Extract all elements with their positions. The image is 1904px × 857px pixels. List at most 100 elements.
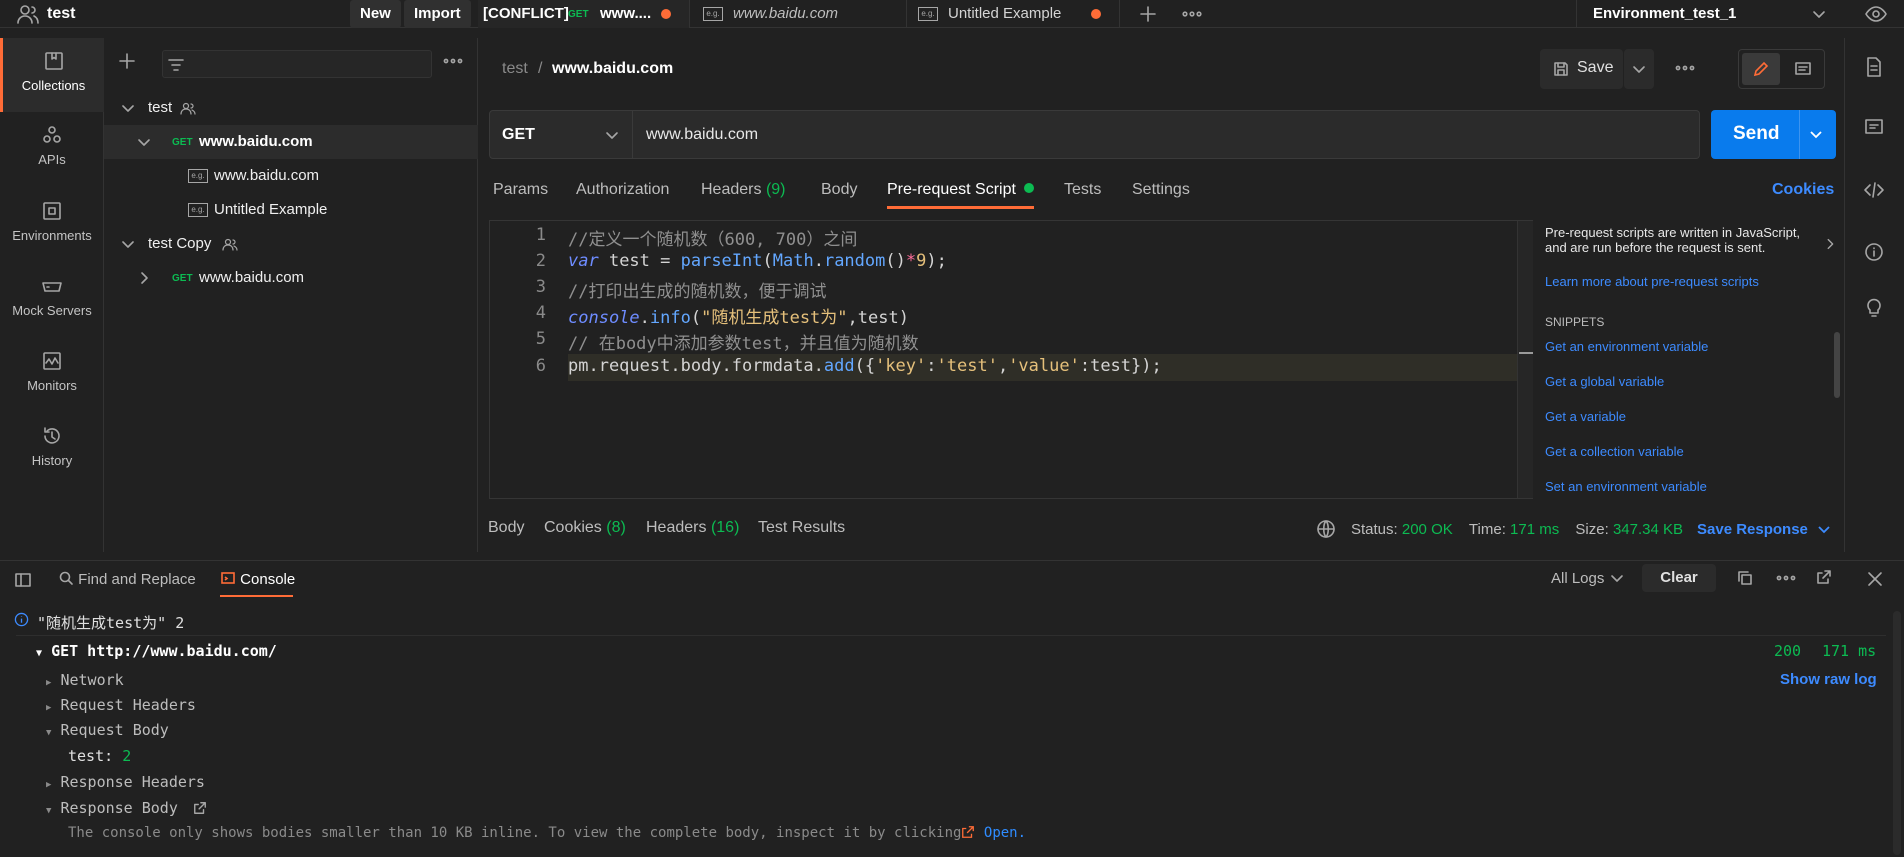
tab-example-baidu[interactable]: e.g. www.baidu.com [691, 0, 907, 28]
response-tab-body[interactable]: Body [488, 519, 524, 537]
save-response-button[interactable]: Save Response [1697, 521, 1832, 538]
console-more-icon[interactable] [1775, 570, 1797, 586]
environment-selector[interactable]: Environment_test_1 [1576, 0, 1836, 28]
more-tabs-icon[interactable] [1180, 4, 1204, 24]
tab-authorization[interactable]: Authorization [576, 181, 669, 199]
nav-environments[interactable]: Environments [0, 188, 104, 262]
comments-icon[interactable] [1864, 118, 1884, 138]
console-scrollbar[interactable] [1893, 611, 1901, 855]
url-input[interactable]: www.baidu.com [633, 110, 1700, 159]
console-tab[interactable]: Console [220, 570, 295, 588]
status-value[interactable]: 200 OK [1402, 521, 1453, 538]
request-headers-section[interactable]: ▶ Request Headers [46, 696, 196, 714]
line-number: 3 [535, 277, 546, 297]
open-link[interactable]: Open. [984, 825, 1026, 841]
request-more-icon[interactable] [1674, 60, 1696, 76]
network-section[interactable]: ▶ Network [46, 671, 124, 689]
tab-params[interactable]: Params [493, 181, 548, 199]
editor-scrollbar[interactable] [1517, 221, 1533, 498]
chevron-down-icon[interactable] [1808, 126, 1824, 142]
toggle-sidebar-icon[interactable] [14, 571, 32, 589]
example-untitled[interactable]: e.g. Untitled Example [104, 193, 478, 227]
external-link-icon[interactable] [193, 801, 207, 815]
edit-mode-button[interactable] [1742, 53, 1780, 85]
nav-collections[interactable]: Collections [0, 38, 104, 112]
save-response-label: Save Response [1697, 521, 1808, 538]
documentation-icon[interactable] [1864, 56, 1884, 78]
size-value[interactable]: 347.34 KB [1613, 521, 1683, 538]
code-icon[interactable] [1863, 180, 1885, 200]
send-button[interactable]: Send [1711, 110, 1836, 159]
nav-label: APIs [38, 152, 66, 167]
response-tab-cookies[interactable]: Cookies (8) [544, 519, 626, 537]
response-body-section[interactable]: ▼ Response Body [46, 799, 207, 817]
log-level-select[interactable]: All Logs [1551, 570, 1625, 587]
breadcrumb-parent[interactable]: test [502, 60, 528, 78]
filter-input[interactable] [162, 50, 432, 78]
snippet-get-global-var[interactable]: Get a global variable [1545, 374, 1664, 389]
page-title[interactable]: www.baidu.com [552, 60, 673, 78]
response-tab-headers[interactable]: Headers (16) [646, 519, 739, 537]
nav-apis[interactable]: APIs [0, 112, 104, 186]
lightbulb-icon[interactable] [1864, 296, 1884, 318]
close-icon[interactable] [1866, 570, 1884, 588]
snippet-set-env-var[interactable]: Set an environment variable [1545, 479, 1707, 494]
section-label: Response Body [60, 799, 178, 817]
method-select[interactable]: GET [489, 110, 633, 159]
workspace-icon[interactable] [16, 3, 40, 25]
chevron-right-icon[interactable] [1823, 237, 1837, 251]
nav-monitors[interactable]: Monitors [0, 338, 104, 412]
add-collection-icon[interactable] [118, 52, 136, 70]
unsaved-dot [1091, 9, 1101, 19]
import-button[interactable]: Import [404, 0, 471, 28]
request-www-baidu-com[interactable]: GET www.baidu.com [104, 125, 478, 159]
info-icon[interactable] [1864, 242, 1884, 262]
response-tab-test-results[interactable]: Test Results [758, 519, 845, 537]
environment-quick-look-icon[interactable] [1864, 3, 1888, 25]
tab-settings[interactable]: Settings [1132, 181, 1190, 199]
example-www-baidu-com[interactable]: e.g. www.baidu.com [104, 159, 478, 193]
save-options-button[interactable] [1624, 49, 1654, 89]
snippet-get-env-var[interactable]: Get an environment variable [1545, 339, 1708, 354]
code-token: parseInt [680, 251, 763, 271]
log-message[interactable]: "随机生成test为" 2 [37, 612, 184, 633]
collection-test[interactable]: test [104, 91, 478, 125]
find-replace-tab[interactable]: Find and Replace [58, 570, 196, 588]
tab-title: Untitled Example [948, 5, 1062, 22]
learn-more-link[interactable]: Learn more about pre-request scripts [1545, 274, 1759, 289]
request-body-section[interactable]: ▼ Request Body [46, 721, 169, 739]
workspace-name[interactable]: test [47, 0, 75, 28]
collection-test-copy[interactable]: test Copy [104, 227, 478, 261]
tab-untitled-example[interactable]: e.g. Untitled Example [908, 0, 1120, 28]
nav-history[interactable]: History [0, 413, 104, 487]
clear-button[interactable]: Clear [1642, 564, 1716, 592]
globe-icon[interactable] [1316, 519, 1336, 539]
time-value[interactable]: 171 ms [1510, 521, 1559, 538]
response-headers-section[interactable]: ▶ Response Headers [46, 773, 205, 791]
tab-body[interactable]: Body [821, 181, 857, 199]
show-raw-log-link[interactable]: Show raw log [1780, 671, 1877, 688]
comment-mode-button[interactable] [1784, 53, 1822, 85]
tab-tests[interactable]: Tests [1064, 181, 1101, 199]
environment-name: Environment_test_1 [1593, 5, 1737, 22]
snippet-get-var[interactable]: Get a variable [1545, 409, 1626, 424]
chevron-down-icon [1631, 61, 1647, 77]
tab-conflict[interactable]: [CONFLICT] GET www.... [478, 0, 690, 28]
tab-pre-request-script[interactable]: Pre-request Script [887, 181, 1035, 199]
snippets-scrollbar[interactable] [1834, 332, 1840, 398]
copy-icon[interactable] [1737, 570, 1753, 586]
script-editor[interactable]: 1 2 3 4 5 6 //定义一个随机数（600, 700）之间 var te… [489, 220, 1533, 499]
tab-title: www.... [600, 5, 652, 22]
save-button[interactable]: Save [1540, 49, 1623, 89]
apis-icon [43, 126, 61, 143]
tab-headers[interactable]: Headers (9) [701, 181, 786, 199]
pop-out-icon[interactable] [1816, 569, 1832, 585]
cookies-link[interactable]: Cookies [1772, 181, 1834, 199]
request-log-entry[interactable]: ▼ GET http://www.baidu.com/ [36, 642, 277, 660]
new-tab-icon[interactable] [1138, 4, 1158, 24]
nav-mock-servers[interactable]: Mock Servers [0, 263, 104, 337]
sidebar-more-icon[interactable] [442, 53, 464, 69]
new-button[interactable]: New [350, 0, 401, 28]
request-www-baidu-com-copy[interactable]: GET www.baidu.com [104, 261, 478, 295]
snippet-get-collection-var[interactable]: Get a collection variable [1545, 444, 1684, 459]
